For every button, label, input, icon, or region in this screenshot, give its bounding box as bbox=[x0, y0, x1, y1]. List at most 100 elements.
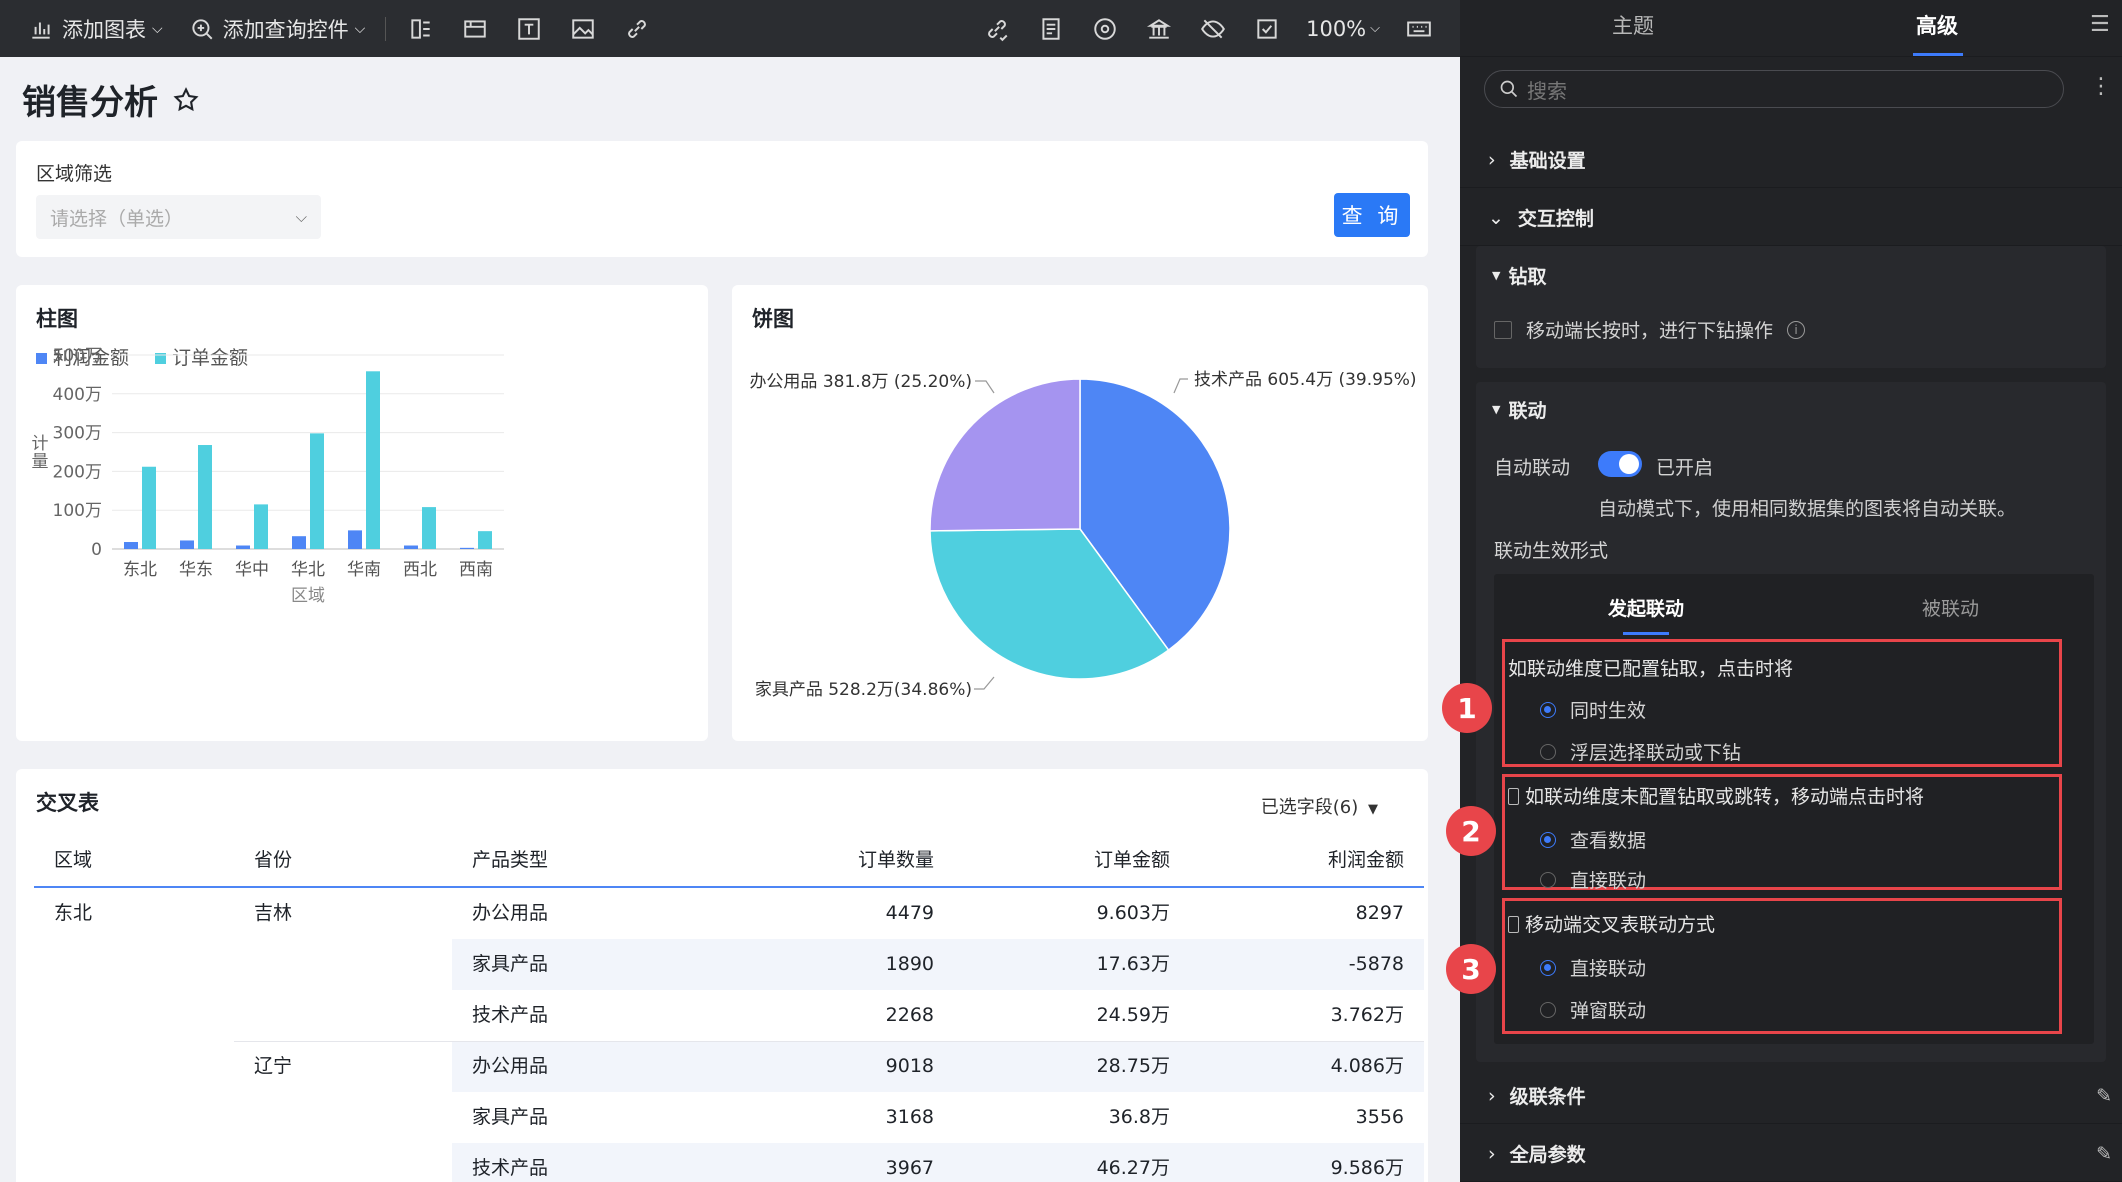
section-basic-settings[interactable]: › 基础设置 bbox=[1460, 132, 2122, 188]
group3-title-row: 移动端交叉表联动方式 bbox=[1508, 910, 1715, 937]
x-tick-label: 华南 bbox=[347, 560, 381, 580]
menu-icon[interactable]: ☰ bbox=[2090, 12, 2110, 37]
table-row[interactable]: 技术产品 2268 24.59万 3.762万 bbox=[34, 990, 1424, 1041]
eye-off-icon bbox=[1198, 14, 1228, 44]
page-title-text: 销售分析 bbox=[22, 83, 158, 123]
preview-button[interactable] bbox=[1186, 0, 1240, 57]
chevron-right-icon: › bbox=[1488, 1142, 1496, 1165]
container-button[interactable] bbox=[448, 0, 502, 57]
pie-slice[interactable] bbox=[929, 378, 1081, 532]
chevron-down-icon: ⌵ bbox=[295, 208, 307, 226]
image-button[interactable] bbox=[556, 0, 610, 57]
bar-profit bbox=[236, 545, 250, 549]
table-cell-qty: 4479 bbox=[885, 902, 934, 924]
bar-profit bbox=[348, 530, 362, 549]
link-button[interactable] bbox=[610, 0, 664, 57]
mobile-drill-checkbox[interactable]: 移动端长按时，进行下钻操作 i bbox=[1494, 316, 1806, 343]
table-cell-amount: 24.59万 bbox=[1096, 1004, 1170, 1026]
y-tick-label: 400万 bbox=[53, 385, 102, 405]
y-tick-label: 100万 bbox=[53, 501, 102, 521]
radio-direct-linkage[interactable]: 直接联动 bbox=[1540, 866, 1646, 893]
bar-order bbox=[366, 371, 380, 549]
add-query-button[interactable]: 添加查询控件 ⌵ bbox=[175, 0, 378, 57]
auto-linkage-toggle[interactable] bbox=[1598, 451, 1642, 477]
section-label: 基础设置 bbox=[1509, 150, 1586, 172]
drill-header[interactable]: ▼ 钻取 bbox=[1492, 262, 1546, 289]
linkage-button[interactable] bbox=[970, 0, 1024, 57]
add-chart-button[interactable]: 添加图表 ⌵ bbox=[0, 0, 175, 57]
query-button[interactable]: 查 询 bbox=[1334, 193, 1410, 237]
monitor-button[interactable] bbox=[1078, 0, 1132, 57]
table-row[interactable]: 技术产品 3967 46.27万 9.586万 bbox=[34, 1143, 1424, 1182]
search-input[interactable]: 搜索 bbox=[1484, 70, 2064, 108]
info-icon[interactable]: i bbox=[1787, 320, 1806, 339]
table-cell-province: 吉林 bbox=[254, 902, 293, 924]
bank-icon bbox=[1144, 14, 1174, 44]
linkage-header[interactable]: ▼ 联动 bbox=[1492, 396, 1546, 423]
table-row[interactable]: 辽宁 办公用品 9018 28.75万 4.086万 bbox=[34, 1041, 1424, 1092]
table-cell-amount: 46.27万 bbox=[1096, 1157, 1170, 1179]
radio-cross-direct[interactable]: 直接联动 bbox=[1540, 954, 1646, 981]
report-button[interactable] bbox=[1024, 0, 1078, 57]
bar-chart-title: 柱图 bbox=[36, 307, 78, 331]
radio-dot bbox=[1540, 743, 1556, 760]
more-icon[interactable]: ⋮ bbox=[2090, 74, 2112, 99]
text-button[interactable] bbox=[502, 0, 556, 57]
star-icon[interactable] bbox=[172, 86, 200, 114]
table-row[interactable]: 东北 吉林 办公用品 4479 9.603万 8297 bbox=[34, 888, 1424, 939]
radio-label: 直接联动 bbox=[1570, 870, 1647, 892]
y-tick-label: 0 bbox=[91, 540, 102, 560]
auto-linkage-description: 自动模式下，使用相同数据集的图表将自动关联。 bbox=[1598, 498, 2017, 520]
x-tick-label: 西北 bbox=[403, 560, 437, 580]
table-row[interactable]: 家具产品 3168 36.8万 3556 bbox=[34, 1092, 1424, 1143]
table-cell-profit: 3556 bbox=[1355, 1106, 1404, 1128]
keyboard-button[interactable] bbox=[1392, 0, 1460, 57]
zoom-select[interactable]: 100% ⌵ bbox=[1294, 0, 1392, 57]
group1-title: 如联动维度已配置钻取，点击时将 bbox=[1508, 658, 1794, 680]
chevron-right-icon: › bbox=[1488, 148, 1496, 171]
top-toolbar: 添加图表 ⌵ 添加查询控件 ⌵ 100% ⌵ bbox=[0, 0, 1460, 57]
table-cell-qty: 3168 bbox=[885, 1106, 934, 1128]
bar-order bbox=[142, 466, 156, 549]
tab-control-button[interactable] bbox=[394, 0, 448, 57]
check-button[interactable] bbox=[1240, 0, 1294, 57]
section-interaction-control[interactable]: ⌄ 交互控制 bbox=[1460, 190, 2122, 246]
tab-theme[interactable]: 主题 bbox=[1612, 0, 1654, 57]
table-cell-amount: 28.75万 bbox=[1096, 1055, 1170, 1077]
chevron-right-icon: › bbox=[1488, 1084, 1496, 1107]
radio-dot bbox=[1540, 701, 1556, 718]
bar-order bbox=[198, 445, 212, 549]
container-icon bbox=[460, 14, 490, 44]
table-cell-province: 辽宁 bbox=[254, 1055, 293, 1077]
region-select[interactable]: 请选择（单选） ⌵ bbox=[36, 195, 321, 239]
tab-advanced[interactable]: 高级 bbox=[1916, 0, 1958, 57]
radio-label: 直接联动 bbox=[1570, 958, 1647, 980]
selected-fields-button[interactable]: 已选字段(6) ▼ bbox=[1261, 793, 1378, 819]
region-select-placeholder: 请选择（单选） bbox=[50, 207, 184, 230]
tab-initiate-linkage[interactable]: 发起联动 bbox=[1608, 594, 1684, 621]
x-tick-label: 华北 bbox=[291, 560, 325, 580]
table-header-row: 区域 省份 产品类型 订单数量 订单金额 利润金额 bbox=[34, 835, 1424, 888]
bar-profit bbox=[404, 545, 418, 549]
cache-button[interactable] bbox=[1132, 0, 1186, 57]
edit-icon[interactable]: ✎ bbox=[2096, 1143, 2112, 1165]
legend-item-order[interactable]: 订单金额 bbox=[155, 343, 248, 370]
layout-tabs-icon bbox=[406, 14, 436, 44]
cross-table-title: 交叉表 bbox=[36, 791, 99, 815]
caret-down-icon: ▼ bbox=[1492, 403, 1501, 416]
radio-float-select[interactable]: 浮层选择联动或下钻 bbox=[1540, 738, 1741, 765]
radio-cross-popup[interactable]: 弹窗联动 bbox=[1540, 996, 1646, 1023]
tab-be-linked[interactable]: 被联动 bbox=[1922, 594, 1979, 621]
edit-icon[interactable]: ✎ bbox=[2096, 1085, 2112, 1107]
section-global-params[interactable]: › 全局参数 ✎ bbox=[1460, 1126, 2122, 1182]
table-row[interactable]: 家具产品 1890 17.63万 -5878 bbox=[34, 939, 1424, 990]
group3-title: 移动端交叉表联动方式 bbox=[1525, 914, 1716, 936]
col-header-province: 省份 bbox=[254, 849, 293, 871]
section-cascade-conditions[interactable]: › 级联条件 ✎ bbox=[1460, 1068, 2122, 1124]
legend-item-profit[interactable]: 利润金额 bbox=[36, 343, 129, 370]
radio-label: 同时生效 bbox=[1570, 700, 1647, 722]
selected-fields-label: 已选字段(6) bbox=[1260, 797, 1359, 818]
section-label: 全局参数 bbox=[1509, 1144, 1586, 1166]
radio-view-data[interactable]: 查看数据 bbox=[1540, 826, 1646, 853]
radio-simultaneous[interactable]: 同时生效 bbox=[1540, 696, 1646, 723]
